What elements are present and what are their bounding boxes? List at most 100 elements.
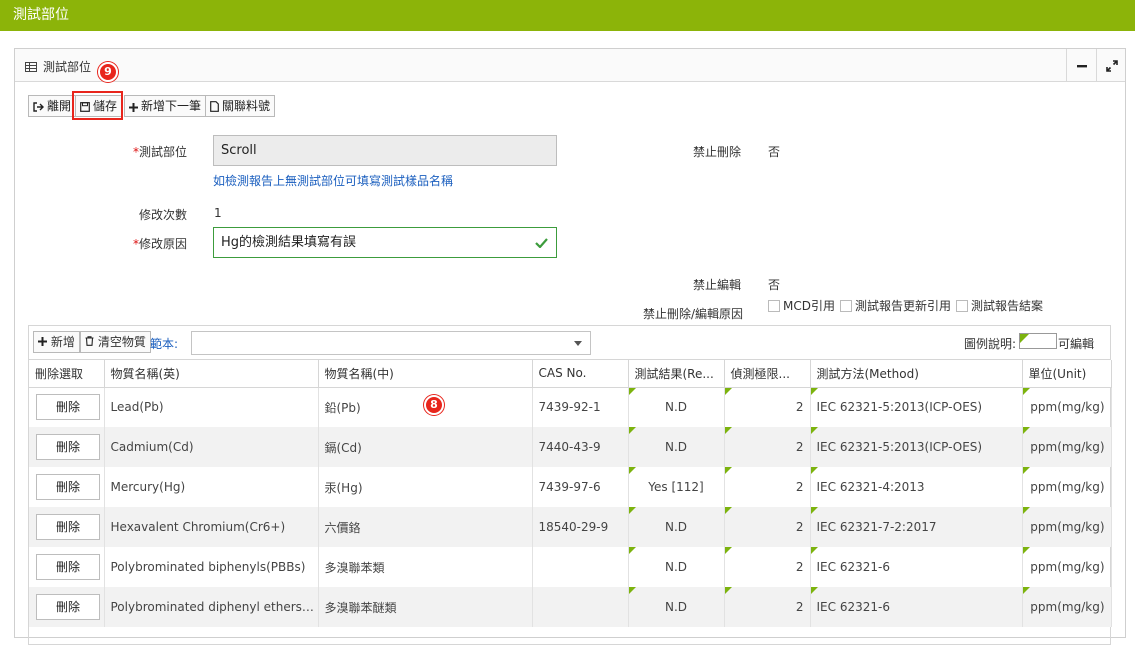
minimize-button[interactable]: [1066, 49, 1096, 82]
cell-name-zh: 多溴聯苯醚類: [318, 587, 533, 627]
trash-icon: [85, 336, 94, 346]
delete-row-button[interactable]: 刪除: [36, 514, 100, 540]
cell-result[interactable]: N.D: [628, 427, 725, 467]
add-next-button[interactable]: 新增下一筆: [124, 95, 207, 117]
cell-cas: 7440-43-9: [532, 427, 629, 467]
editable-marker: [628, 587, 636, 594]
editable-marker: [810, 427, 818, 434]
cell-name-zh: 汞(Hg): [318, 467, 533, 507]
cell-unit[interactable]: ppm(mg/kg): [1022, 547, 1112, 587]
cell-cas: 18540-29-9: [532, 507, 629, 547]
col-name-zh[interactable]: 物質名稱(中): [318, 360, 533, 388]
cell-limit[interactable]: 2: [724, 467, 811, 507]
editable-marker: [628, 387, 636, 395]
delete-row-button[interactable]: 刪除: [36, 474, 100, 500]
editable-marker: [810, 507, 818, 514]
col-limit[interactable]: 偵測極限...: [724, 360, 811, 388]
cell-limit[interactable]: 2: [724, 587, 811, 627]
cell-unit[interactable]: ppm(mg/kg): [1022, 387, 1112, 427]
test-part-input[interactable]: Scroll: [213, 135, 557, 166]
no-edit-label: 禁止編輯: [693, 278, 742, 292]
editable-marker: [1022, 427, 1030, 434]
page-title-bar: 測試部位: [0, 0, 1135, 31]
cell-method[interactable]: IEC 62321-6: [810, 587, 1023, 627]
revise-count-value: 1: [214, 206, 222, 220]
col-cas[interactable]: CAS No.: [532, 360, 629, 388]
exit-icon: [33, 102, 44, 112]
col-name-en[interactable]: 物質名稱(英): [104, 360, 319, 388]
no-delete-label: 禁止刪除: [693, 145, 742, 159]
editable-marker: [628, 507, 636, 514]
cell-unit[interactable]: ppm(mg/kg): [1022, 427, 1112, 467]
save-highlight: [72, 91, 123, 120]
legend-swatch: [1019, 333, 1057, 349]
editable-marker: [724, 387, 732, 395]
cell-cas: [532, 547, 629, 587]
table-row: 刪除 Lead(Pb) 鉛(Pb) 7439-92-1 N.D 2 IEC 62…: [29, 387, 1112, 427]
reason-report-update[interactable]: 測試報告更新引用: [840, 297, 951, 314]
checkbox-icon: [956, 300, 968, 312]
cell-result[interactable]: N.D: [628, 547, 725, 587]
template-select[interactable]: [191, 331, 591, 355]
col-unit[interactable]: 單位(Unit): [1022, 360, 1112, 388]
clear-substances-button[interactable]: 清空物質: [80, 331, 151, 353]
col-result[interactable]: 測試結果(Re...: [628, 360, 725, 388]
test-part-hint: 如檢測報告上無測試部位可填寫測試樣品名稱: [213, 174, 454, 188]
delete-row-button[interactable]: 刪除: [36, 394, 100, 421]
panel-header: 測試部位: [15, 49, 1125, 82]
col-method[interactable]: 測試方法(Method): [810, 360, 1023, 388]
table-row: 刪除 Cadmium(Cd) 鎘(Cd) 7440-43-9 N.D 2 IEC…: [29, 427, 1112, 467]
cell-limit[interactable]: 2: [724, 547, 811, 587]
expand-icon: [1105, 59, 1118, 72]
editable-marker: [628, 427, 636, 434]
editable-marker: [724, 427, 732, 434]
editable-marker: [810, 587, 818, 594]
cell-limit[interactable]: 2: [724, 507, 811, 547]
cell-method[interactable]: IEC 62321-7-2:2017: [810, 507, 1023, 547]
table-row: 刪除 Polybrominated biphenyls(PBBs) 多溴聯苯類 …: [29, 547, 1112, 587]
col-delete[interactable]: 刪除選取: [29, 360, 105, 388]
cell-name-zh: 多溴聯苯類: [318, 547, 533, 587]
cell-unit[interactable]: ppm(mg/kg): [1022, 587, 1112, 627]
cell-name-en: Polybrominated diphenyl ethers(P...: [104, 587, 319, 627]
legend-editable: 可編輯: [1058, 337, 1095, 351]
table-row: 刪除 Polybrominated diphenyl ethers(P... 多…: [29, 587, 1112, 627]
delete-row-button[interactable]: 刪除: [36, 554, 100, 580]
cell-unit[interactable]: ppm(mg/kg): [1022, 467, 1112, 507]
editable-marker: [810, 467, 818, 474]
no-edit-value: 否: [768, 278, 781, 292]
cell-method[interactable]: IEC 62321-4:2013: [810, 467, 1023, 507]
leave-button[interactable]: 離開: [28, 95, 77, 117]
revise-reason-input[interactable]: Hg的檢測結果填寫有誤: [213, 227, 557, 258]
delete-row-button[interactable]: 刪除: [36, 434, 100, 460]
editable-marker: [1022, 547, 1030, 554]
cell-result[interactable]: N.D: [628, 507, 725, 547]
expand-button[interactable]: [1096, 49, 1126, 82]
cell-result[interactable]: Yes [112]: [628, 467, 725, 507]
reason-report-closed[interactable]: 測試報告結案: [956, 297, 1043, 314]
editable-marker: [810, 547, 818, 554]
cell-result[interactable]: N.D: [628, 587, 725, 627]
editable-marker: [724, 467, 732, 474]
grid-add-button[interactable]: 新增: [33, 331, 80, 353]
cell-method[interactable]: IEC 62321-5:2013(ICP-OES): [810, 387, 1023, 427]
plus-icon: [38, 337, 47, 346]
cell-limit[interactable]: 2: [724, 387, 811, 427]
table-row: 刪除 Hexavalent Chromium(Cr6+) 六價鉻 18540-2…: [29, 507, 1112, 547]
cell-unit[interactable]: ppm(mg/kg): [1022, 507, 1112, 547]
cell-limit[interactable]: 2: [724, 427, 811, 467]
revise-reason-text: Hg的檢測結果填寫有誤: [221, 235, 357, 250]
cell-result[interactable]: N.D: [628, 387, 725, 427]
leave-label: 離開: [47, 99, 72, 113]
cell-method[interactable]: IEC 62321-5:2013(ICP-OES): [810, 427, 1023, 467]
test-part-panel: 測試部位 9 離開 儲存 新增下一筆 關聯料號 *測試部位 Scroll 如檢測…: [14, 48, 1126, 645]
reason-mcd[interactable]: MCD引用: [768, 297, 835, 314]
panel-title: 測試部位: [25, 58, 91, 75]
delete-row-button[interactable]: 刪除: [36, 594, 100, 620]
step-badge-save: 9: [98, 62, 118, 82]
related-part-button[interactable]: 關聯料號: [205, 95, 276, 117]
cell-method[interactable]: IEC 62321-6: [810, 547, 1023, 587]
no-reason-label: 禁止刪除/編輯原因: [643, 307, 744, 321]
cell-name-zh: 六價鉻: [318, 507, 533, 547]
checkbox-icon: [768, 300, 780, 312]
